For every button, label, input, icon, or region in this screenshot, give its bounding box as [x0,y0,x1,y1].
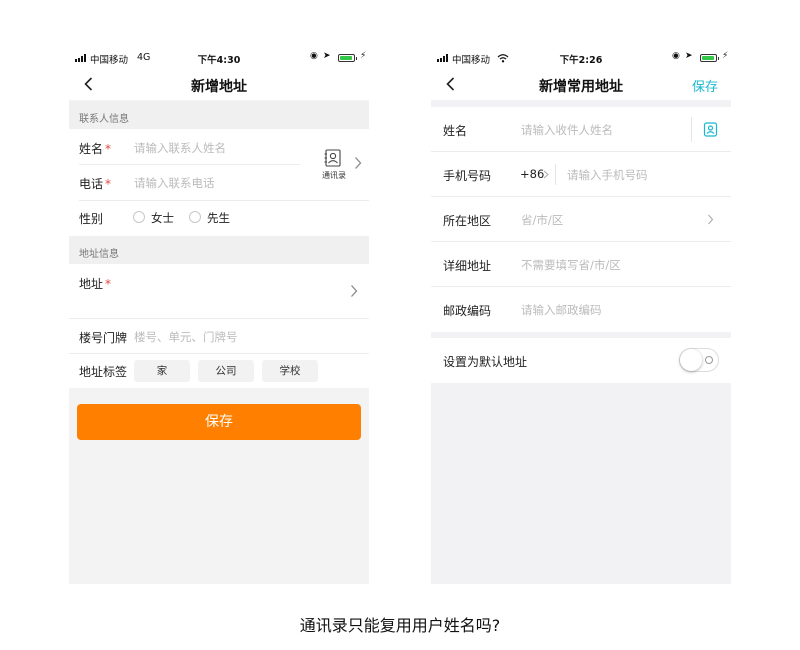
save-button[interactable]: 保存 [692,76,718,95]
contact-section-header: 联系人信息 [69,101,369,129]
detail-label: 详细地址 [443,259,492,273]
right-phone-screen: 中国移动 下午2:26 ◉ ➤ ⚡ 新增常用地址 保存 姓名 请输入收件人姓名 … [431,48,731,584]
chevron-right-icon [351,285,358,297]
name-input[interactable]: 请输入收件人姓名 [521,122,613,138]
chevron-right-icon [543,170,549,179]
address-group: 地址 * 楼号门牌 楼号、单元、门牌号 地址标签 家 公司 学校 [69,264,369,388]
page-title: 新增常用地址 [539,79,623,95]
detail-input[interactable]: 不需要填写省/市/区 [521,257,621,273]
phone-label: 电话 * [79,177,112,191]
battery-icon [700,54,719,62]
divider [555,164,556,185]
name-label: 姓名 * [79,142,112,156]
region-row[interactable]: 所在地区 省/市/区 [431,197,731,242]
mobile-input[interactable]: 请输入手机号码 [567,167,648,183]
name-input[interactable]: 请输入联系人姓名 [134,140,226,156]
page-title: 新增地址 [191,79,247,95]
postal-row: 邮政编码 请输入邮政编码 [431,287,731,332]
postal-input[interactable]: 请输入邮政编码 [521,302,602,318]
address-label: 地址 * [79,277,112,291]
option-female: 女士 [151,211,174,225]
default-address-toggle[interactable] [679,348,719,372]
chevron-right-icon [355,157,362,169]
left-phone-screen: 中国移动 4G 下午4:30 ◉ ➤ ⚡ 新增地址 联系人信息 姓名 * 请输入联… [69,48,369,584]
orientation-lock-icon: ◉ [672,51,680,61]
divider [69,353,369,354]
charging-icon: ⚡ [722,51,729,61]
door-input[interactable]: 楼号、单元、门牌号 [134,329,238,345]
postal-label: 邮政编码 [443,304,492,318]
charging-icon: ⚡ [360,51,367,61]
contact-group: 姓名 * 请输入联系人姓名 电话 * 请输入联系电话 通讯录 性别 女士 先生 [69,129,369,236]
address-section-header: 地址信息 [69,236,369,264]
divider [69,318,369,319]
name-label: 姓名 [443,124,468,138]
nav-bar: 新增地址 [69,68,369,100]
address-selector[interactable] [129,264,369,318]
battery-icon [338,54,357,62]
location-icon: ➤ [323,51,331,61]
location-icon: ➤ [685,51,693,61]
toggle-off-indicator [705,356,713,364]
contacts-button-label: 通讯录 [322,171,346,180]
mobile-label: 手机号码 [443,169,492,183]
status-bar: 中国移动 4G 下午4:30 ◉ ➤ ⚡ [69,48,369,68]
divider [79,200,369,201]
country-code-select[interactable]: +86 [520,167,544,181]
chevron-right-icon [708,214,714,225]
phone-input[interactable]: 请输入联系电话 [134,175,215,191]
save-button[interactable]: 保存 [77,404,361,440]
caption: 通讯录只能复用用户姓名吗? [299,616,501,635]
gender-label: 性别 [79,212,104,226]
door-label: 楼号门牌 [79,331,128,345]
nav-bar: 新增常用地址 保存 [431,68,731,100]
name-row: 姓名 请输入收件人姓名 [431,107,731,152]
region-label: 所在地区 [443,214,492,228]
tags-label: 地址标签 [79,365,128,379]
status-bar: 中国移动 下午2:26 ◉ ➤ ⚡ [431,48,731,68]
default-row: 设置为默认地址 [431,338,731,383]
contacts-icon[interactable] [703,122,718,137]
tag-school[interactable]: 学校 [262,360,318,382]
default-label: 设置为默认地址 [443,355,528,369]
radio-female[interactable] [133,211,145,223]
orientation-lock-icon: ◉ [310,51,318,61]
toggle-knob [680,349,702,371]
mobile-row: 手机号码 +86 请输入手机号码 [431,152,731,197]
divider [79,164,300,165]
radio-male[interactable] [189,211,201,223]
divider [691,117,692,142]
option-male: 先生 [207,211,230,225]
contacts-book-icon [324,149,341,167]
contacts-button[interactable]: 通讯录 [317,147,367,187]
tag-home[interactable]: 家 [134,360,190,382]
tag-company[interactable]: 公司 [198,360,254,382]
detail-row: 详细地址 不需要填写省/市/区 [431,242,731,287]
region-select[interactable]: 省/市/区 [521,212,563,228]
